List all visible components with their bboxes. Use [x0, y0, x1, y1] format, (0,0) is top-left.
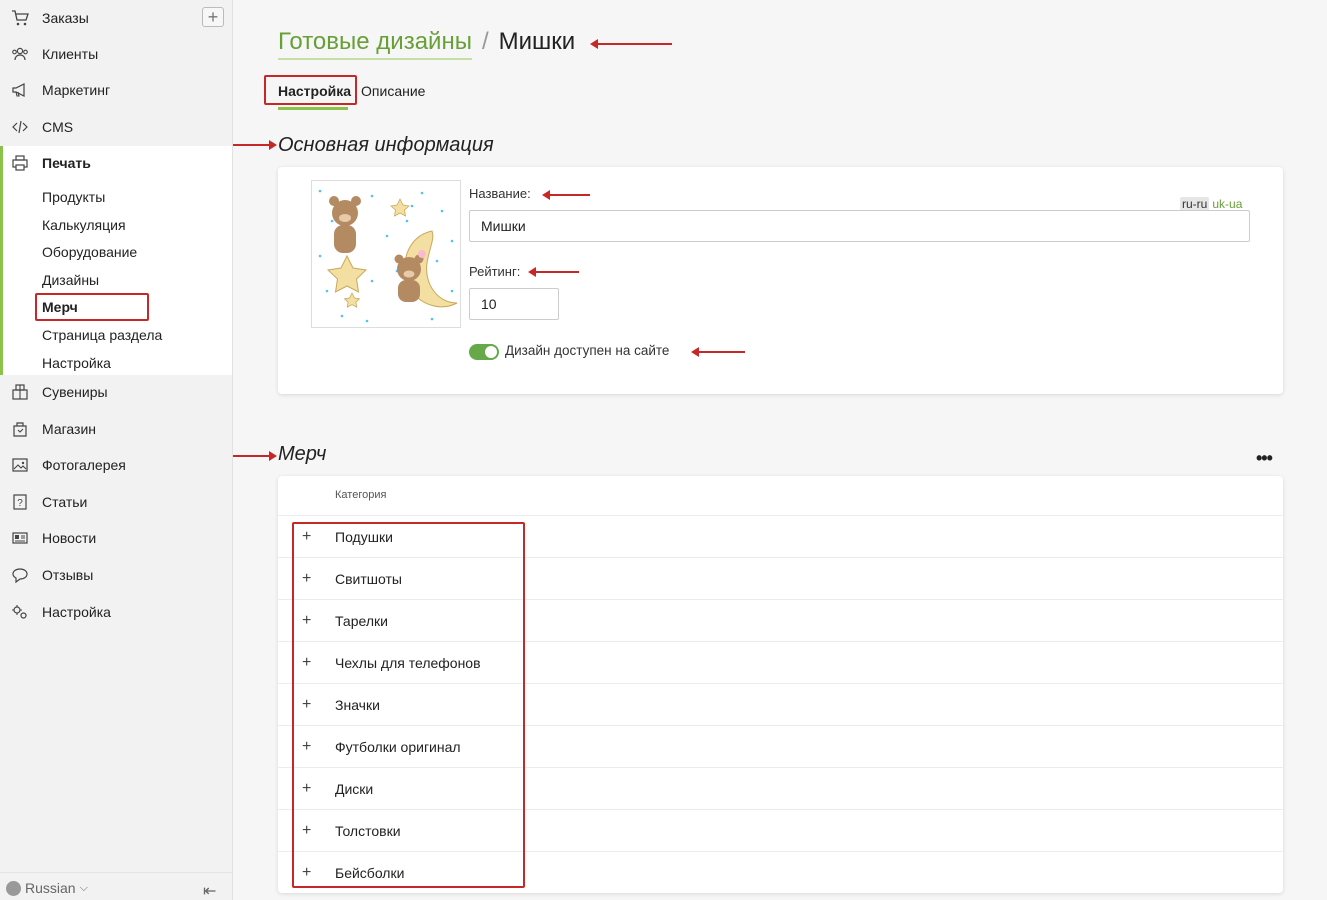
annotation-arrow-name: [542, 190, 590, 200]
sidebar-item-label: Статьи: [42, 494, 88, 510]
submenu-item-equipment[interactable]: Оборудование: [42, 244, 137, 260]
annotation-arrow-rating: [528, 267, 579, 277]
sidebar-item-label: Отзывы: [42, 567, 94, 583]
column-header-category[interactable]: Категория: [335, 489, 386, 501]
breadcrumb-link[interactable]: Готовые дизайны: [278, 28, 472, 60]
sidebar-item-label: Фотогалерея: [42, 457, 126, 473]
sidebar-item-orders[interactable]: Заказы: [0, 0, 232, 36]
users-icon: [10, 44, 30, 64]
annotation-box-tab: [264, 75, 357, 105]
printer-icon: [10, 153, 30, 173]
tab-description[interactable]: Описание: [361, 83, 425, 99]
sidebar-item-marketing[interactable]: Маркетинг: [0, 72, 232, 108]
submenu-item-products[interactable]: Продукты: [42, 189, 105, 205]
annotation-arrow-available: [691, 347, 745, 357]
svg-text:?: ?: [17, 498, 23, 509]
image-icon: [10, 455, 30, 475]
cart-icon: [10, 8, 30, 28]
submenu-item-calculation[interactable]: Калькуляция: [42, 217, 126, 233]
annotation-arrow-title: [590, 39, 672, 49]
sidebar-item-cms[interactable]: CMS: [0, 109, 232, 145]
newspaper-icon: [10, 528, 30, 548]
sidebar-item-label: Маркетинг: [42, 82, 111, 98]
sidebar-item-gallery[interactable]: Фотогалерея: [0, 447, 232, 483]
sidebar-item-label: Настройка: [42, 604, 111, 620]
settings-icon: [10, 602, 30, 622]
sidebar-item-label: Заказы: [42, 10, 89, 26]
sidebar-item-label: Магазин: [42, 421, 97, 437]
chevron-down-icon: ⌵: [79, 881, 88, 894]
rating-field[interactable]: 10: [469, 288, 559, 320]
question-icon: ?: [10, 492, 30, 512]
shop-icon: [10, 419, 30, 439]
gift-icon: [10, 382, 30, 402]
code-icon: [10, 117, 30, 137]
breadcrumb: Готовые дизайны / Мишки: [278, 28, 575, 60]
available-toggle-label: Дизайн доступен на сайте: [505, 343, 670, 358]
globe-icon: [6, 880, 21, 896]
sidebar-item-articles[interactable]: ? Статьи: [0, 484, 232, 520]
language-tags: ru-ru uk-ua: [1180, 197, 1242, 211]
sidebar-item-label: CMS: [42, 119, 74, 135]
submenu-item-section-page[interactable]: Страница раздела: [42, 327, 162, 343]
submenu-item-designs[interactable]: Дизайны: [42, 272, 99, 288]
sidebar: Заказы + Клиенты Маркетинг CMS Печать Пр…: [0, 0, 233, 900]
sidebar-item-shop[interactable]: Магазин: [0, 411, 232, 447]
section-title-merch: Мерч: [278, 443, 327, 465]
breadcrumb-separator: /: [481, 28, 489, 55]
megaphone-icon: [10, 80, 30, 100]
sidebar-item-label: Сувениры: [42, 384, 108, 400]
sidebar-item-reviews[interactable]: Отзывы: [0, 557, 232, 593]
sidebar-item-souvenirs[interactable]: Сувениры: [0, 374, 232, 410]
annotation-box-categories: [292, 522, 525, 888]
submenu-item-settings[interactable]: Настройка: [42, 355, 111, 371]
more-options-button[interactable]: •••: [1256, 448, 1273, 469]
design-thumbnail[interactable]: [311, 180, 461, 328]
lang-tag-uk[interactable]: uk-ua: [1212, 197, 1242, 211]
lang-tag-ru[interactable]: ru-ru: [1180, 197, 1210, 211]
sidebar-item-label: Печать: [42, 155, 91, 171]
collapse-sidebar-icon[interactable]: ⇤: [203, 881, 216, 900]
annotation-arrow-merch: [233, 451, 277, 461]
rating-label: Рейтинг:: [469, 264, 521, 279]
sidebar-item-label: Новости: [42, 530, 97, 546]
page-title: Мишки: [498, 28, 576, 55]
chat-icon: [10, 565, 30, 585]
sidebar-item-print[interactable]: Печать: [0, 145, 232, 181]
sidebar-item-clients[interactable]: Клиенты: [0, 36, 232, 72]
language-label: Russian: [25, 880, 76, 896]
sidebar-item-news[interactable]: Новости: [0, 520, 232, 556]
sidebar-item-label: Клиенты: [42, 46, 99, 62]
name-field[interactable]: Мишки: [469, 210, 1250, 242]
language-selector[interactable]: Russian ⌵: [6, 880, 88, 896]
annotation-box-merch: [35, 293, 149, 321]
divider: [0, 872, 232, 873]
name-label: Название:: [469, 186, 531, 201]
active-tab-indicator: [278, 107, 348, 110]
annotation-arrow-main-info: [233, 140, 277, 150]
available-toggle[interactable]: [469, 344, 499, 360]
section-title-main-info: Основная информация: [278, 134, 494, 156]
sidebar-item-settings[interactable]: Настройка: [0, 594, 232, 630]
add-order-button[interactable]: +: [202, 7, 224, 27]
